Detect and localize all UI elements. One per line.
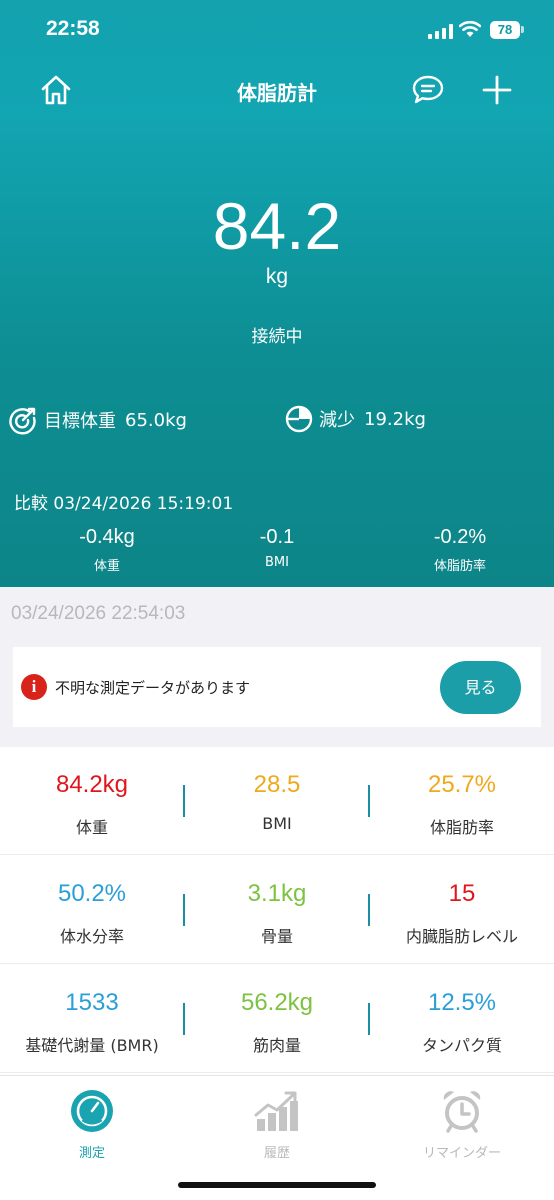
metric-body-fat[interactable]: 25.7% 体脂肪率 [370,747,554,855]
metric-muscle-mass[interactable]: 56.2kg 筋肉量 [185,965,369,1073]
goal-value: 65.0kg [125,409,187,431]
metrics-row: 1533 基礎代謝量 (BMR) 56.2kg 筋肉量 12.5% タンパク質 [0,965,554,1073]
metric-value: 1533 [65,989,119,1016]
metric-protein[interactable]: 12.5% タンパク質 [370,965,554,1073]
metric-body-water[interactable]: 50.2% 体水分率 [0,856,184,964]
metric-label: 基礎代謝量 (BMR) [25,1036,159,1055]
weight-value: 84.2 [212,189,342,263]
messages-button[interactable] [408,70,448,110]
comparison-body-fat: -0.2% 体脂肪率 [385,526,535,574]
metric-bone-mass[interactable]: 3.1kg 骨量 [185,856,369,964]
tab-history[interactable]: 履歴 [185,1088,369,1161]
chart-icon [254,1091,298,1131]
metric-value: 15 [448,880,476,907]
header-panel: 22:58 78 体脂肪計 84.2 kg 接続中 目標体重 65.0kg 減少… [0,0,554,587]
metric-visceral-fat[interactable]: 15 内臓脂肪レベル [370,856,554,964]
weight-unit: kg [265,265,289,288]
measurement-date: 03/24/2026 22:54:03 [11,603,186,624]
battery-tip [521,26,524,33]
alert-text: 不明な測定データがあります [55,679,251,697]
page-title: 体脂肪計 [237,81,317,105]
alarm-clock-icon [443,1091,481,1133]
signal-icon [428,24,454,39]
metrics-row: 84.2kg 体重 28.5 BMI 25.7% 体脂肪率 [0,747,554,855]
metric-label: タンパク質 [421,1036,502,1055]
comparison-title: 比較 03/24/2026 15:19:01 [14,494,234,514]
connection-status: 接続中 [251,327,303,347]
weight-decrease: 減少 19.2kg [285,405,426,433]
metric-label: 筋肉量 [252,1036,301,1055]
metric-weight[interactable]: 84.2kg 体重 [0,747,184,855]
comparison-value: -0.2% [433,526,487,548]
metric-label: 体水分率 [59,927,124,946]
info-icon: i [21,674,47,700]
comparison-label: BMI [265,555,289,570]
metric-label: BMI [262,814,292,833]
comparison-bmi: -0.1 BMI [202,526,352,570]
battery-indicator: 78 [490,21,520,39]
metric-bmr[interactable]: 1533 基礎代謝量 (BMR) [0,965,184,1073]
metrics-row: 50.2% 体水分率 3.1kg 骨量 15 内臓脂肪レベル [0,856,554,964]
metrics-grid: 84.2kg 体重 28.5 BMI 25.7% 体脂肪率 50.2% 体水分率… [0,747,554,1075]
metric-label: 内臓脂肪レベル [405,927,518,946]
goal-weight: 目標体重 65.0kg [8,405,187,435]
metric-value: 28.5 [253,771,301,798]
tab-label: 測定 [78,1146,105,1161]
nav-bar: 体脂肪計 [0,60,554,118]
metric-value: 3.1kg [247,880,307,907]
metric-value: 50.2% [57,880,127,907]
metric-value: 25.7% [427,771,497,798]
metric-value: 56.2kg [240,989,314,1016]
comparison-value: -0.4kg [79,526,135,548]
view-button[interactable]: 見る [440,661,521,714]
tab-label: 履歴 [263,1146,290,1161]
comparison-label: 体脂肪率 [433,559,486,574]
home-indicator [178,1182,376,1188]
metric-value: 84.2kg [55,771,129,798]
decrease-label: 減少 [319,410,355,431]
status-bar: 22:58 78 [0,0,554,60]
goal-label: 目標体重 [44,411,116,432]
status-time: 22:58 [46,17,100,40]
tab-label: リマインダー [422,1146,501,1161]
metric-bmi[interactable]: 28.5 BMI [185,747,369,855]
metric-label: 骨量 [260,927,293,946]
add-button[interactable] [477,70,517,110]
tab-measure[interactable]: 測定 [0,1088,184,1161]
gauge-icon [71,1090,113,1132]
comparison-value: -0.1 [259,526,295,548]
tab-reminder[interactable]: リマインダー [370,1088,554,1161]
wifi-icon [459,20,481,37]
metric-label: 体脂肪率 [429,818,494,837]
metric-label: 体重 [75,818,108,837]
unknown-data-alert: i 不明な測定データがあります 見る [13,647,541,727]
target-icon [9,407,36,435]
comparison-label: 体重 [93,559,120,574]
chat-bubble-icon [412,75,444,104]
comparison-weight: -0.4kg 体重 [32,526,182,574]
decrease-value: 19.2kg [364,408,426,430]
pie-chart-icon [285,405,313,433]
metric-value: 12.5% [427,989,497,1016]
plus-icon [482,75,512,105]
